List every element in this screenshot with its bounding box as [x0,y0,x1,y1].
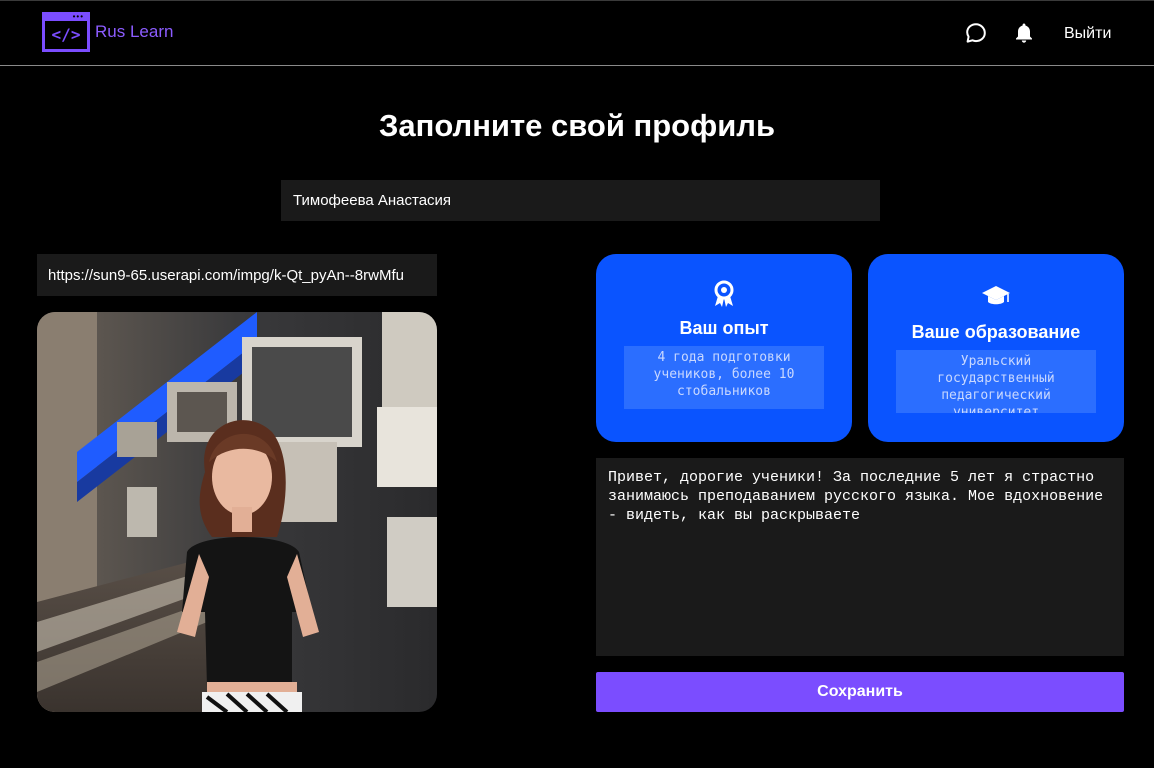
bio-textarea[interactable]: Привет, дорогие ученики! За последние 5 … [596,458,1124,656]
chat-bubble-icon[interactable] [964,21,988,45]
experience-card[interactable]: Ваш опыт 4 года подготовки учеников, бол… [596,254,852,442]
experience-title: Ваш опыт [679,318,769,338]
education-title: Ваше образование [911,322,1081,342]
top-navbar: ••• </> Rus Learn Выйти [0,0,1154,66]
profile-photo [37,312,437,712]
logo-text: Rus Learn [95,22,174,41]
logout-button[interactable]: Выйти [1064,25,1111,43]
logo[interactable]: ••• </> Rus Learn [42,12,173,52]
name-input[interactable] [281,180,880,221]
education-field[interactable]: Уральский государственный педагогический… [896,350,1096,413]
award-ribbon-icon [714,280,734,307]
save-button[interactable]: Сохранить [596,672,1124,712]
bell-icon[interactable] [1012,21,1036,45]
page-title: Заполните свой профиль [378,108,776,143]
code-window-icon: ••• </> [42,12,90,52]
experience-field[interactable]: 4 года подготовки учеников, более 10 сто… [624,346,824,409]
photo-url-input[interactable] [37,254,437,296]
education-card[interactable]: Ваше образование Уральский государственн… [868,254,1124,442]
graduation-cap-icon [982,286,1010,305]
